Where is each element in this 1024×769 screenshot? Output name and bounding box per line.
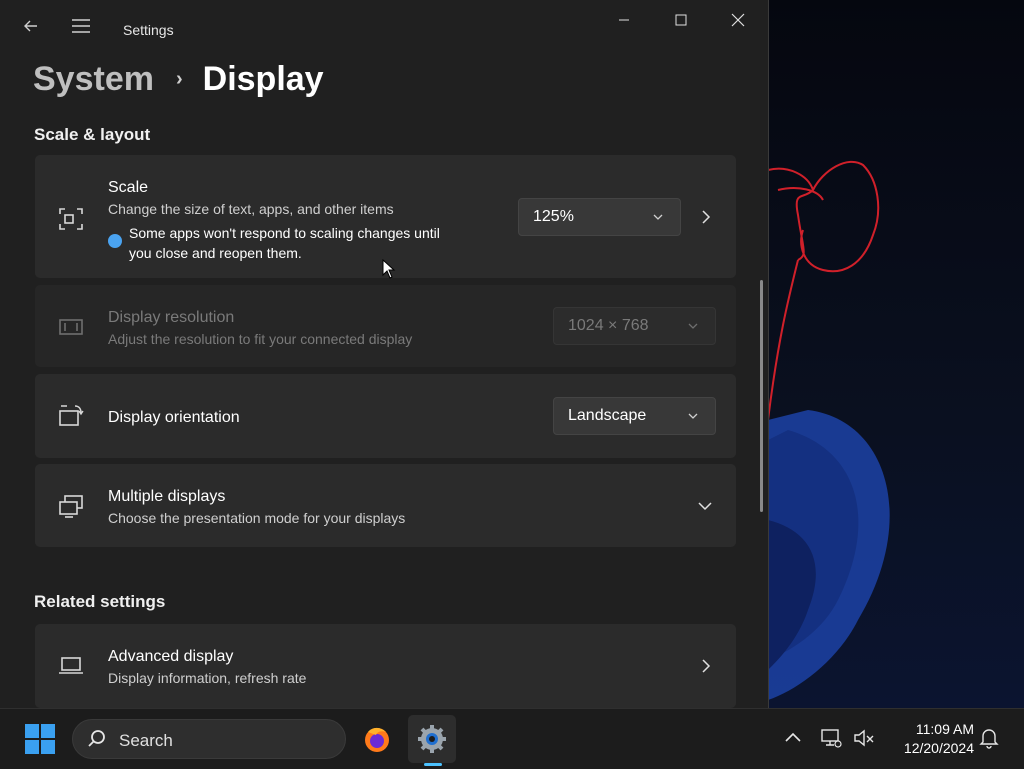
- scale-icon: [59, 208, 83, 230]
- settings-window: Settings System › Display Scale & layout…: [0, 0, 769, 708]
- clock-time: 11:09 AM: [915, 721, 974, 737]
- active-indicator: [424, 763, 442, 766]
- multiple-displays-subtitle: Choose the presentation mode for your di…: [108, 510, 406, 526]
- orientation-icon: [59, 405, 84, 426]
- desktop-wallpaper: [768, 0, 1024, 708]
- notification-bell-icon[interactable]: [978, 727, 1000, 749]
- section-related-settings: Related settings: [34, 592, 166, 611]
- minimize-button[interactable]: [596, 0, 652, 40]
- scale-subtitle: Change the size of text, apps, and other…: [108, 201, 394, 217]
- expand-chevron-down-icon[interactable]: [697, 498, 713, 514]
- scale-value: 125%: [533, 208, 574, 225]
- breadcrumb: System › Display: [33, 60, 324, 99]
- nav-menu-button[interactable]: [67, 12, 95, 40]
- search-icon: [88, 730, 105, 747]
- orientation-dropdown[interactable]: Landscape: [553, 397, 716, 435]
- title-bar: Settings: [0, 0, 768, 48]
- back-arrow-icon: [24, 20, 37, 32]
- resolution-card: Display resolution Adjust the resolution…: [35, 285, 736, 367]
- multiple-displays-icon: [59, 495, 83, 518]
- mouse-cursor-icon: [382, 259, 396, 279]
- chevron-down-icon: [653, 214, 663, 220]
- info-icon: [108, 234, 122, 248]
- chevron-up-icon[interactable]: [782, 727, 804, 749]
- taskbar: Search 11:09 AM 12/20/2024: [0, 708, 1024, 769]
- resolution-dropdown: 1024 × 768: [553, 307, 716, 345]
- network-icon[interactable]: [820, 727, 842, 749]
- resolution-title: Display resolution: [108, 309, 235, 326]
- chevron-down-icon: [688, 413, 698, 419]
- scale-dropdown[interactable]: 125%: [518, 198, 681, 236]
- firefox-icon: [365, 727, 389, 752]
- multiple-displays-title: Multiple displays: [108, 488, 226, 505]
- close-icon: [731, 13, 745, 27]
- advanced-display-title: Advanced display: [108, 648, 234, 665]
- resolution-icon: [59, 319, 83, 335]
- orientation-title: Display orientation: [108, 409, 240, 426]
- wallpaper-art: [768, 160, 890, 700]
- maximize-icon: [675, 14, 687, 26]
- laptop-icon: [59, 657, 83, 674]
- breadcrumb-system[interactable]: System: [33, 60, 154, 99]
- orientation-value: Landscape: [568, 407, 647, 424]
- windows-start-icon[interactable]: [25, 724, 55, 754]
- breadcrumb-separator: ›: [175, 68, 183, 90]
- scrollbar[interactable]: [760, 280, 763, 512]
- search-label: Search: [119, 731, 173, 750]
- taskbar-search[interactable]: Search: [72, 719, 346, 759]
- back-button[interactable]: [17, 12, 45, 40]
- section-scale-layout: Scale & layout: [34, 125, 151, 144]
- app-title: Settings: [123, 22, 174, 38]
- advanced-display-card[interactable]: Advanced display Display information, re…: [35, 624, 736, 708]
- hamburger-icon: [72, 19, 90, 33]
- maximize-button[interactable]: [653, 0, 709, 40]
- advanced-display-subtitle: Display information, refresh rate: [108, 670, 307, 686]
- advanced-chevron-right-icon[interactable]: [699, 659, 713, 673]
- page-title: Display: [202, 60, 324, 98]
- settings-taskbar-button[interactable]: [408, 715, 456, 766]
- settings-gear-icon: [418, 725, 446, 753]
- scale-title: Scale: [108, 179, 149, 196]
- resolution-subtitle: Adjust the resolution to fit your connec…: [108, 331, 413, 347]
- clock-date: 12/20/2024: [903, 740, 974, 756]
- multiple-displays-card[interactable]: Multiple displays Choose the presentatio…: [35, 464, 736, 547]
- orientation-card: Display orientation Landscape: [35, 374, 736, 458]
- scale-chevron-right-icon[interactable]: [699, 210, 713, 224]
- chevron-down-icon: [688, 323, 698, 329]
- scale-info-text: Some apps won't respond to scaling chang…: [129, 225, 440, 261]
- close-button[interactable]: [710, 0, 766, 40]
- resolution-value: 1024 × 768: [568, 317, 649, 334]
- volume-muted-icon[interactable]: [853, 727, 875, 749]
- firefox-taskbar-button[interactable]: [353, 715, 401, 763]
- taskbar-clock[interactable]: 11:09 AM 12/20/2024: [884, 720, 974, 758]
- minimize-icon: [619, 19, 629, 21]
